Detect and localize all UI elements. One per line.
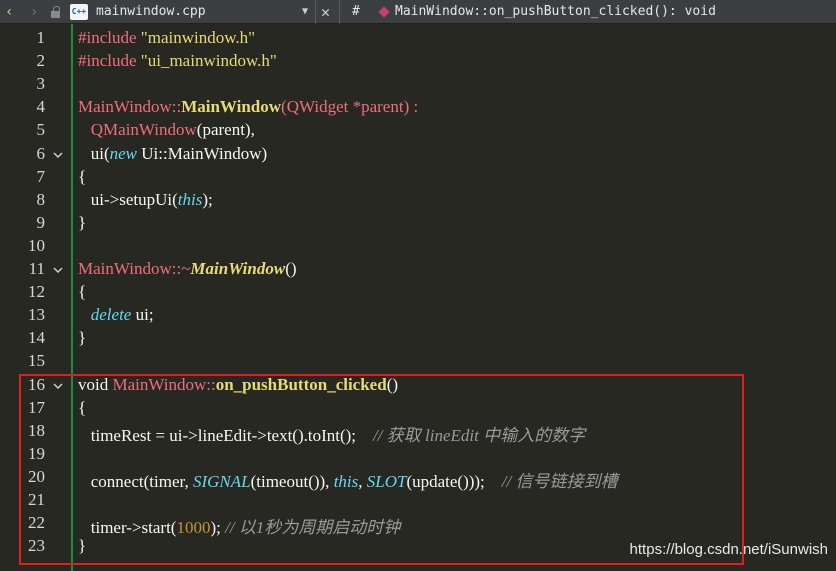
line-number: 14 (28, 328, 45, 348)
line-number: 13 (28, 305, 45, 325)
code-line: } (78, 328, 87, 348)
line-number: 3 (36, 74, 46, 94)
line-number: 15 (28, 351, 45, 371)
highlight-box (19, 374, 744, 565)
line-number: 2 (36, 51, 46, 71)
line-number: 5 (36, 120, 46, 140)
line-number: 8 (36, 189, 46, 209)
line-number: 7 (36, 166, 46, 186)
code-line: } (78, 212, 87, 232)
line-number: 6 (36, 143, 46, 163)
code-line: ui->setupUi(this); (90, 189, 213, 209)
open-file-name[interactable]: mainwindow.cpp (96, 0, 206, 24)
back-arrow-icon[interactable]: ‹ (5, 0, 13, 24)
code-line: #include "mainwindow.h" (78, 28, 256, 47)
code-line: MainWindow::~MainWindow() (78, 259, 297, 278)
code-line: QMainWindow(parent), (90, 120, 255, 140)
fold-toggle-icon[interactable] (52, 149, 64, 161)
line-number: 9 (36, 212, 46, 232)
line-number: 11 (28, 259, 45, 278)
watermark: https://blog.csdn.net/iSunwish (629, 541, 828, 558)
preprocessor-symbol-selector[interactable]: # (352, 0, 360, 24)
editor-toolbar: ‹ › C++ mainwindow.cpp ▼ ✕ # MainWindow:… (0, 0, 836, 24)
close-icon[interactable]: ✕ (321, 0, 330, 24)
code-line: delete ui; (90, 305, 154, 325)
toolbar-divider (339, 0, 340, 24)
code-line: { (78, 166, 87, 186)
forward-arrow-icon[interactable]: › (30, 0, 38, 24)
fold-toggle-icon[interactable] (52, 264, 64, 276)
current-function-selector[interactable]: MainWindow::on_pushButton_clicked(): voi… (395, 0, 716, 24)
code-line: ui(new Ui::MainWindow) (90, 143, 268, 163)
code-line: #include "ui_mainwindow.h" (78, 51, 277, 71)
line-number: 12 (28, 282, 45, 302)
line-number: 10 (28, 235, 45, 255)
function-icon (378, 6, 390, 18)
code-line: MainWindow::MainWindow(QWidget *parent) … (78, 97, 419, 117)
cpp-file-icon: C++ (70, 4, 88, 20)
line-number: 1 (36, 28, 46, 47)
toolbar-divider (315, 0, 316, 24)
chevron-down-icon[interactable]: ▼ (302, 0, 308, 24)
lock-icon[interactable] (51, 0, 61, 24)
code-line: { (78, 282, 87, 302)
line-number: 4 (36, 97, 46, 117)
